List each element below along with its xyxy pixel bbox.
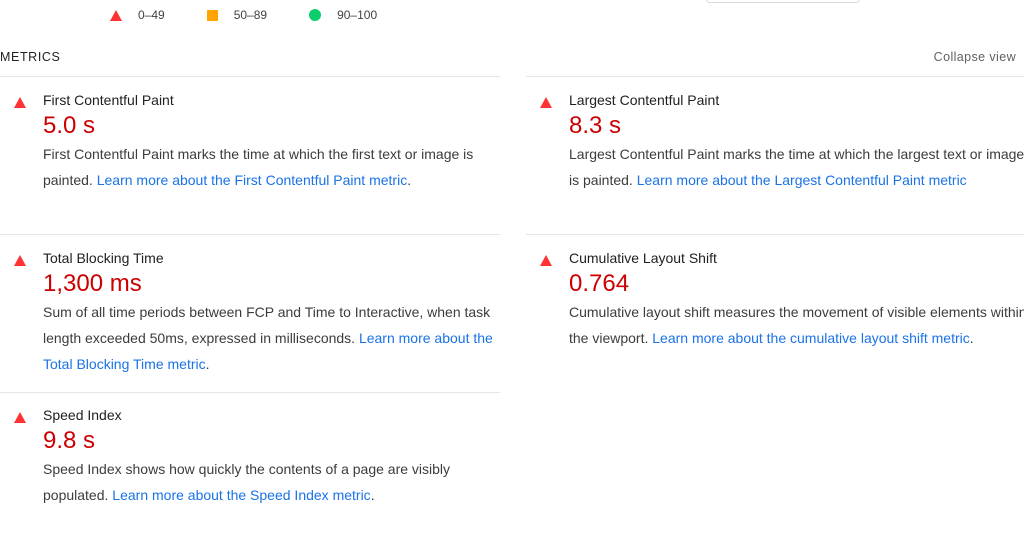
metric-description-trailing: . [205,356,210,372]
metric-value: 5.0 s [43,112,96,139]
metric-value: 0.764 [569,270,630,297]
legend-label-average: 50–89 [233,8,268,22]
metric-title: Total Blocking Time [43,250,164,266]
square-orange-icon [206,9,218,21]
metric-description: Speed Index shows how quickly the conten… [43,456,505,508]
divider [526,76,1024,77]
metrics-header: METRICS Collapse view [0,50,1024,72]
legend-label-pass: 90–100 [337,8,378,22]
learn-more-link[interactable]: Learn more about the Speed Index metric [112,487,370,503]
legend-label-fail: 0–49 [138,8,165,22]
metric-description-trailing: . [370,487,375,503]
learn-more-link[interactable]: Learn more about the First Contentful Pa… [97,172,407,188]
divider [0,234,500,235]
metric-largest-contentful-paint: Largest Contentful Paint 8.3 s Largest C… [540,91,1024,231]
metric-value: 1,300 ms [43,270,142,297]
legend-item-pass: 90–100 [309,8,377,22]
metric-total-blocking-time: Total Blocking Time 1,300 ms Sum of all … [14,249,493,389]
learn-more-link[interactable]: Learn more about the cumulative layout s… [652,330,970,346]
metric-title: Speed Index [43,407,122,423]
fail-triangle-icon [14,412,26,423]
metric-title: First Contentful Paint [43,92,174,108]
metric-description: Largest Contentful Paint marks the time … [569,141,1024,193]
metric-description-trailing: . [407,172,412,188]
metrics-page: 0–49 50–89 90–100 METRICS Collapse view … [0,0,1024,546]
metric-description: Sum of all time periods between FCP and … [43,299,505,377]
metrics-section-title: METRICS [0,50,61,64]
triangle-red-icon [110,9,122,21]
fail-triangle-icon [540,255,552,266]
metric-speed-index: Speed Index 9.8 s Speed Index shows how … [14,406,484,526]
circle-green-icon [309,9,322,21]
legend-item-fail: 0–49 [110,8,165,22]
toolbar-dropdown-edge[interactable] [706,0,860,3]
metric-description-trailing: . [969,330,974,346]
metric-value: 9.8 s [43,427,96,454]
metric-value: 8.3 s [569,112,622,139]
metric-cumulative-layout-shift: Cumulative Layout Shift 0.764 Cumulative… [540,249,1024,389]
fail-triangle-icon [14,97,26,108]
legend-item-average: 50–89 [206,8,268,22]
metric-description: Cumulative layout shift measures the mov… [569,299,1024,351]
score-legend: 0–49 50–89 90–100 [110,8,419,22]
fail-triangle-icon [540,97,552,108]
metric-description: First Contentful Paint marks the time at… [43,141,505,193]
fail-triangle-icon [14,255,26,266]
collapse-view-button[interactable]: Collapse view [934,50,1016,64]
metric-title: Cumulative Layout Shift [569,250,717,266]
metric-first-contentful-paint: First Contentful Paint 5.0 s First Conte… [14,91,484,231]
divider [0,76,500,77]
divider [526,234,1024,235]
metric-title: Largest Contentful Paint [569,92,720,108]
divider [0,392,500,393]
learn-more-link[interactable]: Learn more about the Largest Contentful … [637,172,967,188]
